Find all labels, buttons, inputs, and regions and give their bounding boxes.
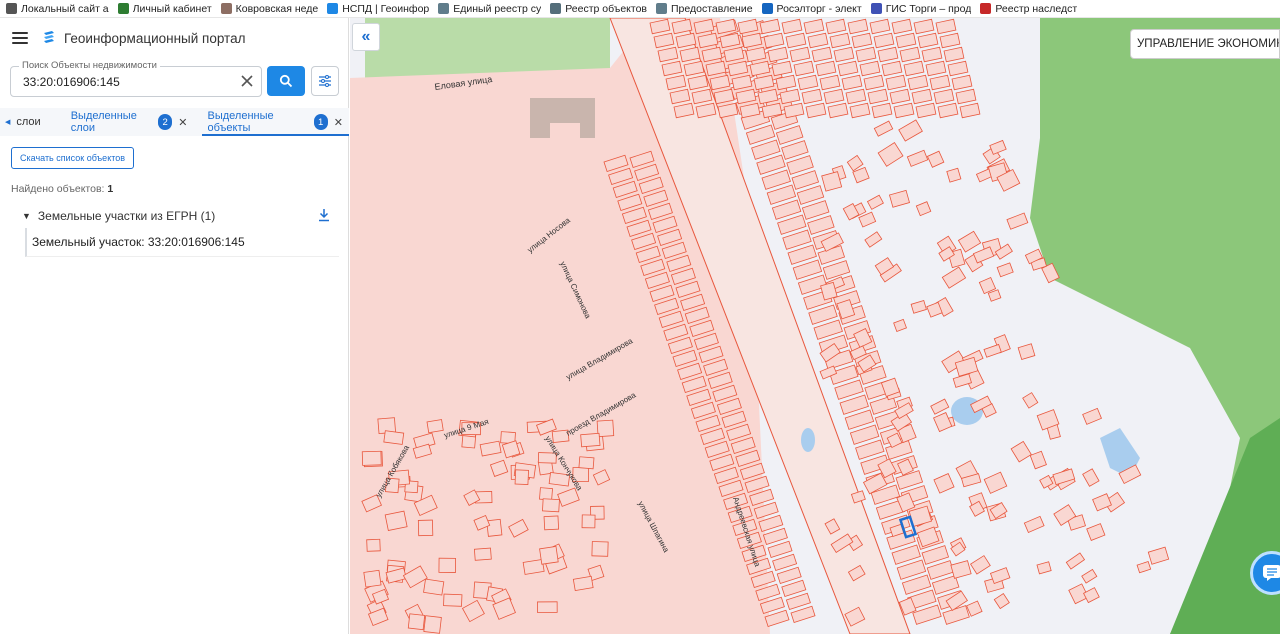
land-parcel [473,547,492,561]
bookmark-item[interactable]: ГИС Торги – прод [870,2,972,15]
bookmark-label: НСПД | Геоинфор [342,2,430,15]
collapse-panel-button[interactable]: « [352,23,380,51]
land-parcel [426,419,444,434]
menu-icon[interactable] [12,32,28,44]
panel-tabs: ◀ слои Выделенные слои 2 ✕ Выделенные об… [0,108,349,136]
land-parcel [580,432,601,448]
land-parcel [542,498,560,513]
gis-icon [870,3,882,14]
bookmark-item[interactable]: Личный кабинет [117,2,212,15]
land-parcel [383,430,405,445]
land-parcel [486,518,503,537]
bookmark-item[interactable]: Локальный сайт а [6,3,109,15]
land-parcel [361,450,382,466]
bookmark-item[interactable]: Реестр объектов [550,3,647,15]
land-parcel [581,514,596,529]
tab-layers-label: слои [16,116,41,128]
bookmark-label: Личный кабинет [132,2,212,15]
land-parcel [407,613,426,631]
land-parcel [543,515,560,531]
objects-icon [550,3,562,14]
land-parcel [423,578,445,596]
tab-selected-layers-label: Выделенные слои [70,110,137,134]
bookmark-label: Ковровская неде [235,2,319,15]
land-parcel [443,593,463,607]
bookmark-label: Росэлторг - элект [776,2,862,15]
chevron-down-icon: ▼ [22,211,31,221]
result-group[interactable]: ▼ Земельные участки из ЕГРН (1) [22,208,332,224]
clear-icon[interactable] [239,73,255,89]
land-parcel [384,510,408,531]
result-item[interactable]: Земельный участок: 33:20:016906:145 [25,228,339,257]
tab-selected-objects-label: Выделенные объекты [207,110,274,134]
tab-selected-objects[interactable]: Выделенные объекты 1 ✕ [201,108,350,136]
tab-selected-layers-badge: 2 [158,114,173,130]
land-parcel [438,557,456,573]
bookmark-label: Реестр объектов [565,2,647,15]
inheritance-icon [980,3,992,14]
result-group-label: Земельные участки из ЕГРН (1) [37,209,216,223]
download-icon[interactable] [318,208,330,222]
found-count: Найдено объектов: 1 [11,183,113,195]
bookmark-label: Реестр наследст [995,2,1078,15]
filter-button[interactable] [311,66,339,96]
bookmark-item[interactable]: Ковровская неде [220,2,319,15]
news-icon [220,3,232,14]
tab-selected-layers[interactable]: Выделенные слои 2 ✕ [65,108,194,136]
land-parcel [539,546,559,565]
found-label: Найдено объектов: [11,183,105,195]
land-parcel [539,487,553,501]
roseltorg-icon [761,3,773,14]
land-parcel [514,469,529,485]
found-number: 1 [107,183,114,195]
bookmark-item[interactable]: Реестр наследст [980,3,1077,15]
land-parcel [363,569,382,588]
tab-layers[interactable]: ◀ слои [0,108,47,136]
pond [801,428,815,452]
search-icon [279,74,293,88]
land-parcel [366,538,381,552]
land-parcel [591,541,609,557]
search-field[interactable]: Поиск Объекты недвижимости [10,60,262,97]
bookmark-item[interactable]: НСПД | Геоинфор [327,3,429,15]
portal-logo-icon [44,31,54,43]
globe-icon [655,3,667,14]
download-list-button[interactable]: Скачать список объектов [11,147,135,169]
bookmark-item[interactable]: Единый реестр су [438,3,541,15]
search-row: Поиск Объекты недвижимости [10,60,340,98]
land-parcel [596,419,615,438]
close-icon[interactable]: ✕ [334,116,343,129]
close-icon[interactable]: ✕ [178,116,187,129]
registry-icon [438,3,450,14]
search-label: Поиск Объекты недвижимости [19,60,160,71]
filter-icon [319,75,331,87]
land-parcel [417,519,434,537]
tab-selected-objects-badge: 1 [313,114,328,130]
land-parcel [572,575,594,592]
chat-icon [1263,565,1280,581]
panel-header: Геоинформационный портал [0,18,348,58]
search-input[interactable] [23,75,233,89]
search-button[interactable] [267,66,305,96]
land-parcel [423,615,442,634]
map-svg[interactable]: Еловая улица улица Носова улица Симонова… [350,18,1280,634]
land-parcel [537,601,558,613]
bookmark-item[interactable]: Росэлторг - элект [761,2,862,15]
land-parcel [522,558,545,575]
chevron-left-icon: ◀ [5,119,11,126]
nspd-icon [327,3,339,14]
org-label: УПРАВЛЕНИЕ ЭКОНОМИК [1130,29,1280,59]
map-canvas[interactable]: Еловая улица улица Носова улица Симонова… [350,18,1280,634]
land-parcel [578,456,595,470]
bookmark-label: Локальный сайт а [21,2,109,15]
bookmark-label: Предоставление [670,2,753,15]
bookmark-label: ГИС Торги – прод [885,2,972,15]
app-title: Геоинформационный портал [64,30,246,46]
bookmark-item[interactable]: Предоставление [655,2,753,15]
bookmarks-bar: Локальный сайт а Личный кабинет Ковровская… [0,0,1280,18]
document-icon [6,3,17,14]
cabinet-icon [117,3,129,14]
left-panel: Геоинформационный портал Поиск Объекты н… [0,18,349,634]
bookmark-label: Единый реестр су [453,2,542,15]
